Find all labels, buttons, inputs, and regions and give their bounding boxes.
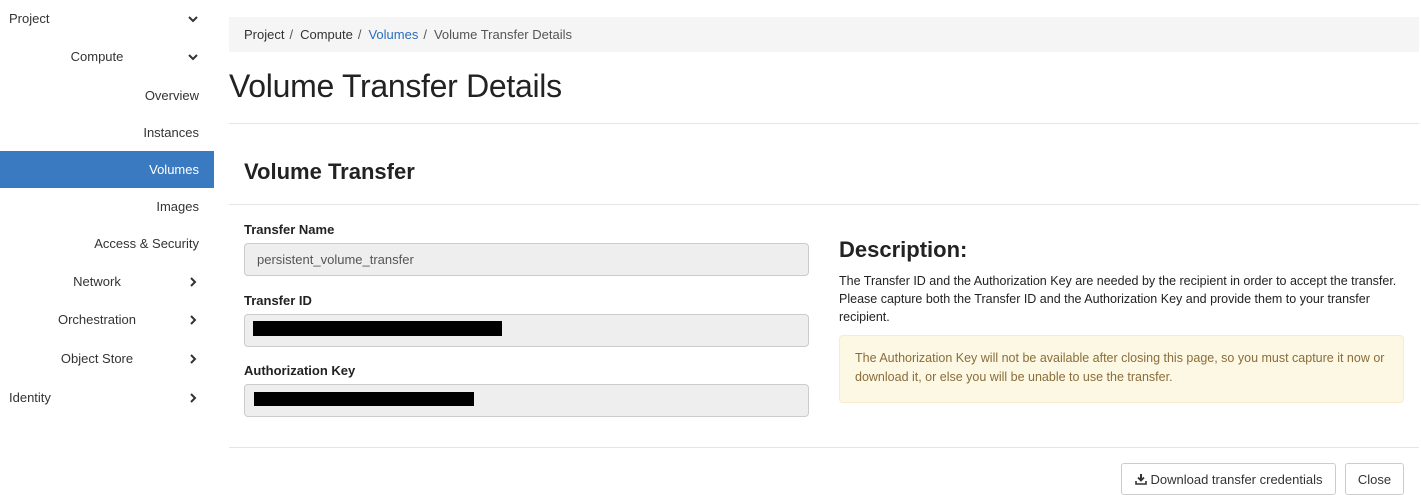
close-button[interactable]: Close <box>1345 463 1404 495</box>
chevron-right-icon <box>188 276 198 287</box>
sidebar-item-label: Object Store <box>60 351 134 366</box>
section-title: Volume Transfer <box>244 159 415 184</box>
sidebar-item-overview[interactable]: Overview <box>0 77 214 114</box>
warning-alert: The Authorization Key will not be availa… <box>839 335 1404 403</box>
main-content: Project / Compute / Volumes / Volume Tra… <box>229 0 1421 495</box>
sidebar-item-label: Images <box>156 199 199 214</box>
sidebar-item-compute[interactable]: Compute <box>0 38 214 75</box>
sidebar-item-label: Orchestration <box>57 312 137 327</box>
breadcrumb-separator: / <box>357 27 362 42</box>
sidebar-item-label: Compute <box>70 49 124 64</box>
transfer-id-label: Transfer ID <box>244 293 312 308</box>
authorization-key-field[interactable] <box>244 384 809 417</box>
transfer-name-value: persistent_volume_transfer <box>257 252 414 267</box>
sidebar-item-label: Network <box>73 274 121 289</box>
sidebar-item-project[interactable]: Project <box>0 0 214 37</box>
transfer-name-field[interactable]: persistent_volume_transfer <box>244 243 809 276</box>
breadcrumb-volumes-link[interactable]: Volumes <box>368 27 418 42</box>
breadcrumb: Project / Compute / Volumes / Volume Tra… <box>229 17 1419 52</box>
sidebar-item-images[interactable]: Images <box>0 188 214 225</box>
sidebar-item-label: Identity <box>9 390 51 405</box>
sidebar-item-object-store[interactable]: Object Store <box>0 340 214 377</box>
download-icon <box>1134 473 1147 485</box>
page-title: Volume Transfer Details <box>229 68 562 104</box>
sidebar-item-label: Access & Security <box>94 236 199 251</box>
redaction-bar <box>253 321 502 336</box>
chevron-right-icon <box>188 314 198 325</box>
transfer-name-label: Transfer Name <box>244 222 335 237</box>
sidebar: Project Compute Overview Instances Volum… <box>0 0 214 495</box>
description-text: The Transfer ID and the Authorization Ke… <box>839 274 1397 324</box>
divider <box>229 204 1419 205</box>
breadcrumb-separator: / <box>423 27 427 42</box>
warning-text: The Authorization Key will not be availa… <box>855 351 1385 384</box>
sidebar-item-label: Instances <box>143 125 199 140</box>
sidebar-item-network[interactable]: Network <box>0 263 214 300</box>
chevron-right-icon <box>188 392 198 403</box>
breadcrumb-compute[interactable]: Compute <box>300 27 353 42</box>
chevron-right-icon <box>188 353 198 364</box>
transfer-id-field[interactable] <box>244 314 809 347</box>
authorization-key-label: Authorization Key <box>244 363 356 378</box>
download-credentials-button[interactable]: Download transfer credentials <box>1121 463 1336 495</box>
sidebar-item-label: Project <box>9 11 50 26</box>
divider <box>229 447 1419 448</box>
description-title: Description: <box>839 237 968 262</box>
sidebar-item-access-security[interactable]: Access & Security <box>0 225 214 262</box>
chevron-down-icon <box>188 52 198 62</box>
sidebar-item-label: Volumes <box>149 162 199 177</box>
breadcrumb-project[interactable]: Project <box>244 27 284 42</box>
redaction-bar <box>254 392 474 406</box>
sidebar-item-label: Overview <box>144 88 199 103</box>
sidebar-item-instances[interactable]: Instances <box>0 114 214 151</box>
download-button-label: Download transfer credentials <box>1150 471 1323 487</box>
divider <box>229 123 1419 124</box>
breadcrumb-separator: / <box>289 27 294 42</box>
chevron-down-icon <box>188 14 198 24</box>
close-button-label: Close <box>1357 471 1392 487</box>
breadcrumb-current: Volume Transfer Details <box>433 27 572 42</box>
sidebar-item-volumes[interactable]: Volumes <box>0 151 214 188</box>
sidebar-item-identity[interactable]: Identity <box>0 379 214 416</box>
sidebar-item-orchestration[interactable]: Orchestration <box>0 301 214 338</box>
